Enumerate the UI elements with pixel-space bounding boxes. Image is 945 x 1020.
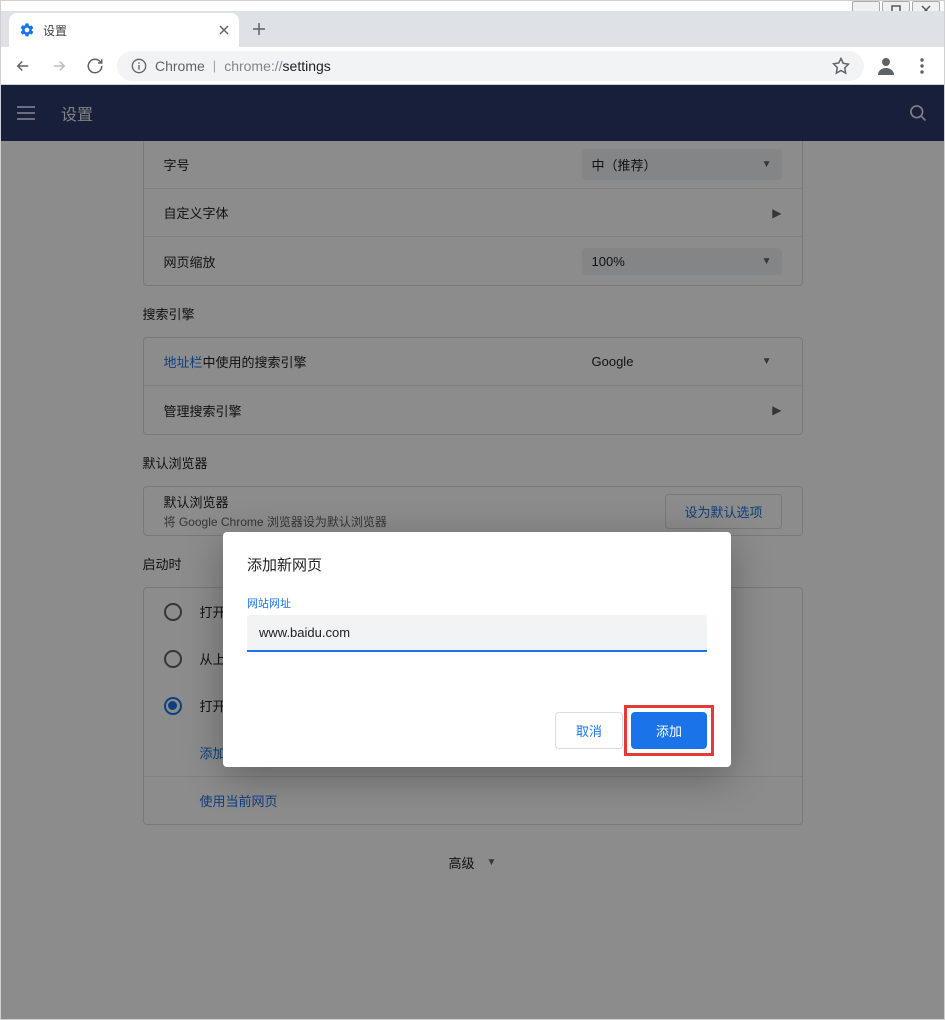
forward-button[interactable] xyxy=(45,52,73,80)
url-divider: | xyxy=(213,58,216,73)
dialog-title: 添加新网页 xyxy=(247,554,707,575)
browser-toolbar: Chrome | chrome://settings xyxy=(1,47,944,85)
new-tab-button[interactable] xyxy=(245,15,273,43)
back-button[interactable] xyxy=(9,52,37,80)
url-scheme: chrome:// xyxy=(224,58,282,74)
overflow-menu-button[interactable] xyxy=(908,58,936,74)
address-bar[interactable]: Chrome | chrome://settings xyxy=(117,51,864,81)
tab-strip: 设置 xyxy=(1,11,944,47)
url-input[interactable] xyxy=(247,615,707,652)
url-path: settings xyxy=(283,58,331,74)
browser-tab[interactable]: 设置 xyxy=(9,13,239,47)
url-field-label: 网站网址 xyxy=(247,595,707,611)
reload-button[interactable] xyxy=(81,52,109,80)
tab-title: 设置 xyxy=(43,22,211,39)
site-info-icon[interactable] xyxy=(131,58,147,74)
cancel-button[interactable]: 取消 xyxy=(555,712,623,749)
add-button[interactable]: 添加 xyxy=(631,712,707,749)
add-page-dialog: 添加新网页 网站网址 取消 添加 xyxy=(223,532,731,767)
window-titlebar xyxy=(1,1,944,11)
page-content: 设置 字号 中（推荐） ▼ 自定义字体 ▶ xyxy=(1,85,944,1019)
bookmark-star-icon[interactable] xyxy=(832,57,850,75)
url-security-label: Chrome xyxy=(155,58,205,74)
profile-avatar[interactable] xyxy=(872,52,900,80)
close-tab-icon[interactable] xyxy=(219,25,229,35)
gear-icon xyxy=(19,22,35,38)
